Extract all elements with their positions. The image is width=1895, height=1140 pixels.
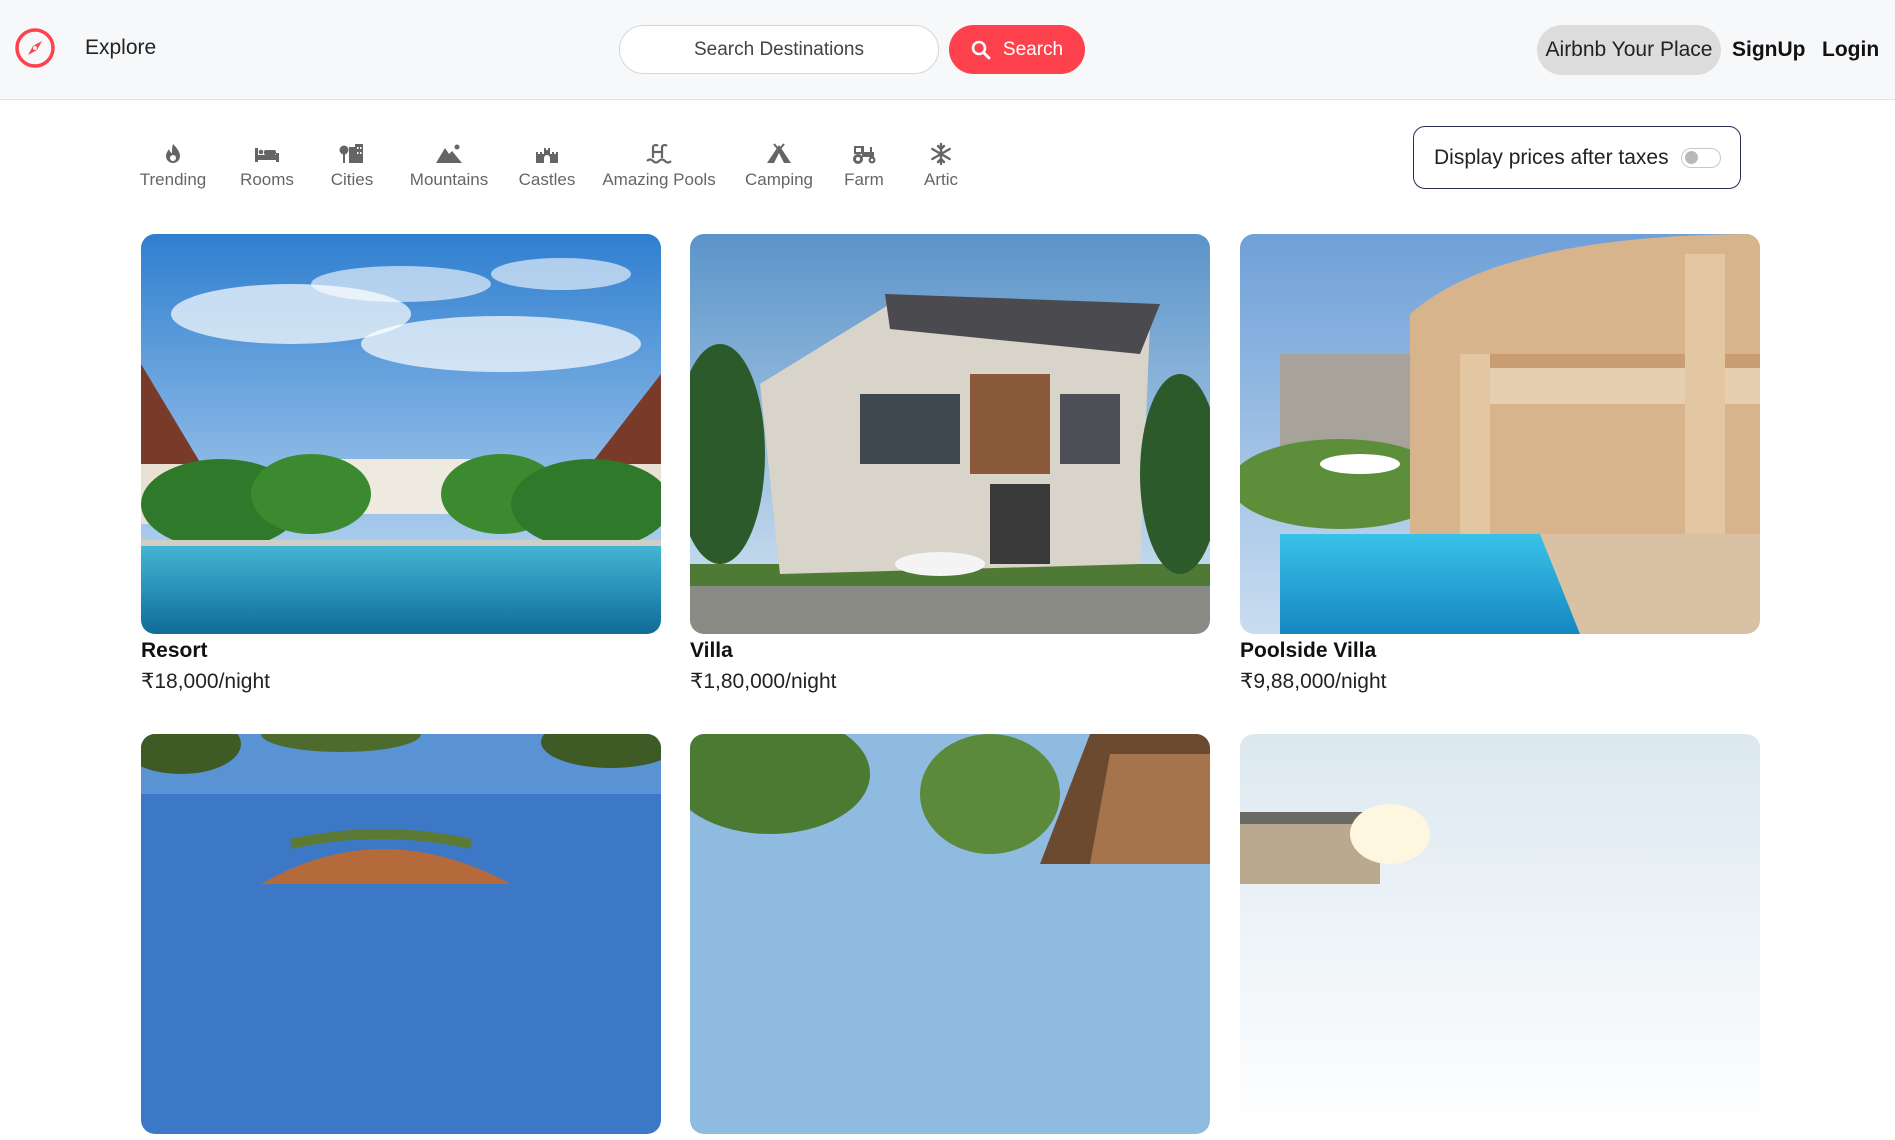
explore-link[interactable]: Explore <box>85 36 156 60</box>
listing-card[interactable]: Poolside Villa ₹9,88,000/night <box>1240 234 1760 694</box>
filter-camping[interactable]: Camping <box>744 142 814 198</box>
listing-image-6 <box>1240 734 1760 1134</box>
tax-toggle-switch[interactable] <box>1680 147 1721 168</box>
signup-link[interactable]: SignUp <box>1732 38 1806 62</box>
mountain-icon <box>436 144 462 163</box>
filter-castles[interactable]: Castles <box>518 142 576 198</box>
filter-label: Artic <box>924 170 958 189</box>
search-button[interactable]: Search <box>949 25 1085 74</box>
listing-image-4 <box>141 734 661 1134</box>
bed-icon <box>255 148 279 162</box>
city-icon <box>339 144 363 163</box>
listing-price: ₹9,88,000/night <box>1240 670 1387 693</box>
filter-cities[interactable]: Cities <box>330 142 374 198</box>
listing-card[interactable] <box>141 734 661 1140</box>
filter-rooms[interactable]: Rooms <box>240 142 294 198</box>
listing-title: Resort <box>141 639 208 662</box>
listing-card[interactable]: Villa ₹1,80,000/night <box>690 234 1210 694</box>
toggle-knob <box>1684 150 1698 164</box>
castle-icon <box>536 148 558 163</box>
listing-title: Poolside Villa <box>1240 639 1377 662</box>
listing-price: ₹18,000/night <box>141 670 270 693</box>
filter-label: Farm <box>844 170 884 189</box>
tax-toggle-label: Display prices after taxes <box>1434 145 1669 169</box>
filter-label: Trending <box>139 170 207 189</box>
filter-label: Camping <box>744 170 814 189</box>
listing-image-poolside-villa <box>1240 234 1760 634</box>
filter-trending[interactable]: Trending <box>140 142 206 198</box>
listing-image-resort <box>141 234 661 634</box>
listing-card[interactable] <box>1240 734 1760 1140</box>
filter-farm[interactable]: Farm <box>844 142 884 198</box>
tax-toggle-box: Display prices after taxes <box>1413 126 1741 189</box>
airbnb-your-place-button[interactable]: Airbnb Your Place <box>1537 25 1721 75</box>
filter-label: Amazing Pools <box>602 170 716 189</box>
listing-title: Villa <box>690 639 733 662</box>
snowflake-icon <box>931 142 951 166</box>
listing-card[interactable]: Resort ₹18,000/night <box>141 234 661 694</box>
filter-label: Cities <box>330 170 374 189</box>
listing-image-villa <box>690 234 1210 634</box>
listing-card[interactable] <box>690 734 1210 1140</box>
navbar: Explore Search Airbnb Your Place SignUp … <box>0 0 1895 100</box>
tent-icon <box>767 143 791 163</box>
filter-mountains[interactable]: Mountains <box>410 142 488 198</box>
listing-price: ₹1,80,000/night <box>690 670 837 693</box>
fire-icon <box>166 144 180 163</box>
filter-label: Rooms <box>240 170 294 189</box>
login-link[interactable]: Login <box>1822 38 1879 62</box>
category-filters: Trending Rooms Cities Mountains Castles … <box>140 142 960 198</box>
listing-image-5 <box>690 734 1210 1134</box>
filter-label: Mountains <box>409 170 489 189</box>
search-icon <box>971 40 991 59</box>
tractor-icon <box>853 146 876 164</box>
pool-icon <box>646 143 672 164</box>
filter-label: Castles <box>518 170 576 189</box>
filter-amazing-pools[interactable]: Amazing Pools <box>602 142 716 198</box>
search-button-label: Search <box>1002 38 1064 60</box>
compass-icon[interactable] <box>14 27 56 69</box>
search-input[interactable] <box>619 25 939 74</box>
filter-artic[interactable]: Artic <box>922 142 960 198</box>
